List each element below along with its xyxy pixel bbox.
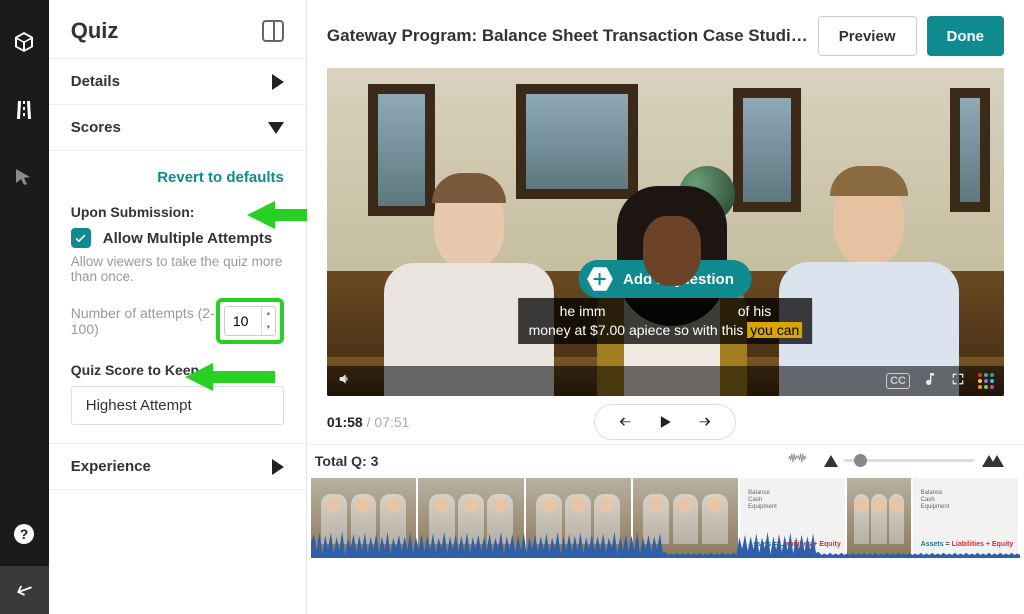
caption-overlay: he imm of his money at $7.00 apiece so w…	[519, 298, 813, 344]
help-icon[interactable]: ?	[10, 520, 38, 548]
chevron-right-icon	[272, 74, 284, 90]
settings-panel: Quiz Details Scores Revert to defaults U…	[49, 0, 307, 614]
attempts-up[interactable]: ▲	[262, 307, 275, 321]
caption-highlight: you can	[747, 322, 802, 338]
preview-button[interactable]: Preview	[818, 16, 917, 56]
section-details[interactable]: Details	[49, 59, 306, 105]
next-button[interactable]	[685, 405, 725, 439]
document-title: Gateway Program: Balance Sheet Transacti…	[327, 26, 808, 46]
prev-button[interactable]	[605, 405, 645, 439]
video-controls: CC	[327, 366, 1004, 396]
apps-icon[interactable]	[978, 373, 994, 389]
attempts-highlight: ▲ ▼	[216, 298, 284, 344]
allow-multiple-checkbox[interactable]	[71, 228, 91, 248]
video-player[interactable]: Add a Question he imm of his money at $7…	[327, 68, 1004, 396]
zoom-control	[824, 455, 1004, 467]
total-questions-label: Total Q: 3	[311, 453, 379, 469]
zoom-in-icon[interactable]	[990, 455, 1004, 467]
caption-text: he imm	[560, 303, 606, 319]
fullscreen-icon[interactable]	[950, 371, 966, 392]
plus-icon	[587, 266, 613, 292]
svg-text:?: ?	[20, 526, 29, 542]
panel-layout-icon[interactable]	[262, 20, 284, 42]
transport-controls	[594, 404, 736, 440]
chevron-down-icon	[268, 122, 284, 134]
section-details-label: Details	[71, 73, 120, 90]
allow-multiple-help: Allow viewers to take the quiz more than…	[71, 254, 284, 284]
cursor-icon[interactable]	[10, 164, 38, 192]
timeline-header: Total Q: 3	[307, 444, 1024, 474]
chevron-right-icon	[272, 459, 284, 475]
time-sep: /	[363, 414, 375, 430]
zoom-thumb[interactable]	[854, 454, 867, 467]
music-icon[interactable]	[922, 371, 938, 392]
zoom-out-icon[interactable]	[824, 455, 838, 467]
section-experience[interactable]: Experience	[49, 443, 306, 490]
attempts-label: Number of attempts (2-100)	[71, 305, 216, 337]
panel-title: Quiz	[71, 18, 119, 44]
scores-body: Revert to defaults Upon Submission: Allo…	[49, 151, 306, 443]
score-keep-value: Highest Attempt	[86, 397, 192, 414]
annotation-arrow-2	[185, 359, 275, 398]
nav-rail: ?	[0, 0, 49, 614]
timeline-track[interactable]: 01:58.16 BalanceCashEquipment Assets = L…	[311, 478, 1020, 558]
revert-defaults-link[interactable]: Revert to defaults	[71, 169, 284, 186]
caption-text: of his	[734, 303, 771, 319]
road-icon[interactable]	[10, 96, 38, 124]
attempts-down[interactable]: ▼	[262, 321, 275, 335]
section-scores[interactable]: Scores	[49, 105, 306, 151]
attempts-input[interactable]	[225, 313, 261, 329]
time-current: 01:58	[327, 414, 363, 430]
video-frame	[327, 68, 1004, 396]
zoom-slider[interactable]	[844, 459, 974, 462]
done-button[interactable]: Done	[927, 16, 1005, 56]
back-button[interactable]	[0, 566, 49, 614]
waveform-toggle-icon[interactable]	[788, 451, 810, 470]
waveform	[311, 528, 1020, 558]
main-area: Gateway Program: Balance Sheet Transacti…	[307, 0, 1024, 614]
section-scores-label: Scores	[71, 119, 121, 136]
volume-icon[interactable]	[337, 371, 353, 392]
time-total: 07:51	[374, 414, 409, 430]
caption-text: money at $7.00 apiece so with this	[529, 322, 744, 338]
time-display: 01:58 / 07:51	[327, 414, 410, 430]
cube-icon[interactable]	[10, 28, 38, 56]
section-experience-label: Experience	[71, 458, 151, 475]
cc-icon[interactable]: CC	[886, 373, 910, 389]
play-button[interactable]	[645, 405, 685, 439]
